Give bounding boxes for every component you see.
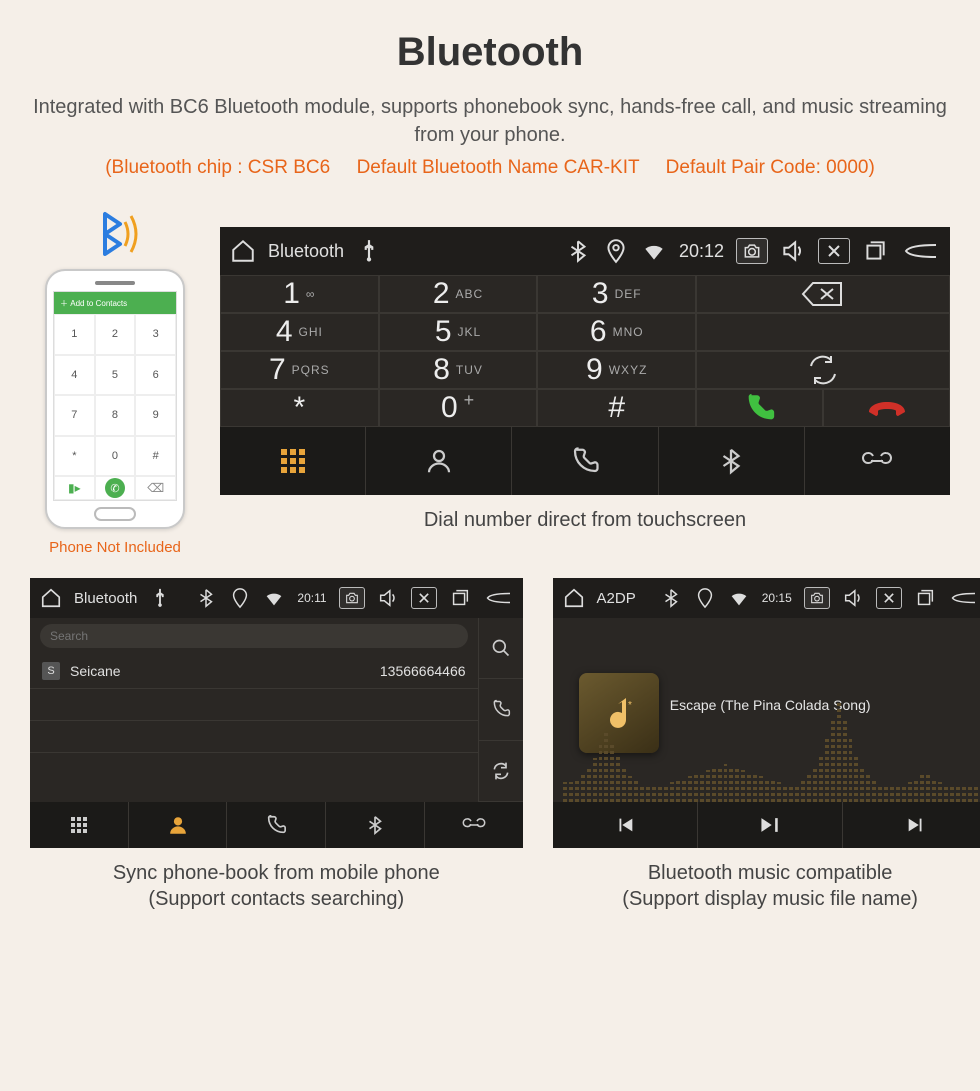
volume-icon[interactable] [377, 587, 399, 609]
close-app-icon[interactable] [411, 587, 437, 609]
key-star[interactable]: * [220, 389, 379, 427]
search-input[interactable] [40, 624, 468, 648]
spec-name: Default Bluetooth Name CAR-KIT [357, 157, 640, 178]
a2dp-screenshot: A2DP 20:15 Escape (The Pina Colada Song)… [553, 578, 980, 848]
empty-action [696, 313, 950, 351]
app-title: Bluetooth [268, 241, 344, 262]
play-pause-button[interactable] [698, 802, 843, 848]
volume-icon[interactable] [842, 587, 864, 609]
recent-apps-icon[interactable] [914, 587, 936, 609]
side-search-button[interactable] [479, 618, 523, 679]
contact-row-empty [30, 721, 478, 753]
volume-icon[interactable] [780, 238, 806, 264]
key-3[interactable]: 3DEF [537, 275, 696, 313]
home-icon[interactable] [40, 587, 62, 609]
back-icon[interactable] [948, 587, 978, 609]
back-icon[interactable] [900, 238, 940, 264]
key-hash[interactable]: # [537, 389, 696, 427]
back-icon[interactable] [483, 587, 513, 609]
nav-keypad[interactable] [220, 427, 366, 495]
app-title: Bluetooth [74, 590, 137, 607]
page-title: Bluetooth [30, 30, 950, 75]
key-1[interactable]: 1∞ [220, 275, 379, 313]
nav-pair[interactable] [805, 427, 950, 495]
camera-icon[interactable] [339, 587, 365, 609]
a2dp-caption: Bluetooth music compatible(Support displ… [553, 860, 980, 912]
home-icon[interactable] [563, 587, 585, 609]
bluetooth-status-icon [660, 587, 682, 609]
side-sync-button[interactable] [479, 741, 523, 802]
location-icon [694, 587, 716, 609]
location-icon [229, 587, 251, 609]
contact-number: 13566664466 [380, 663, 466, 679]
spec-pair: Default Pair Code: 0000) [666, 157, 875, 178]
location-icon [603, 238, 629, 264]
recent-apps-icon[interactable] [449, 587, 471, 609]
phone-not-included-label: Phone Not Included [49, 539, 181, 556]
close-app-icon[interactable] [876, 587, 902, 609]
dialer-caption: Dial number direct from touchscreen [220, 507, 950, 533]
key-5[interactable]: 5JKL [379, 313, 538, 351]
smartphone-mock: ＋ Add to Contacts 123 456 789 *0# ▮▸ ✆ ⌫ [45, 269, 185, 529]
phone-top-bar: ＋ Add to Contacts [54, 292, 176, 314]
close-app-icon[interactable] [818, 238, 850, 264]
bluetooth-status-icon [565, 238, 591, 264]
key-8[interactable]: 8TUV [379, 351, 538, 389]
visualizer [553, 692, 980, 802]
backspace-button[interactable] [696, 275, 950, 313]
phonebook-caption: Sync phone-book from mobile phone(Suppor… [30, 860, 523, 912]
camera-icon[interactable] [736, 238, 768, 264]
call-icon: ✆ [95, 476, 136, 500]
key-9[interactable]: 9WXYZ [537, 351, 696, 389]
nav-history[interactable] [512, 427, 658, 495]
key-7[interactable]: 7PQRS [220, 351, 379, 389]
nav-contacts[interactable] [129, 802, 228, 848]
home-icon[interactable] [230, 238, 256, 264]
nav-bluetooth[interactable] [326, 802, 425, 848]
video-icon: ▮▸ [54, 476, 95, 500]
backspace-icon: ⌫ [135, 476, 176, 500]
usb-icon [356, 238, 382, 264]
hangup-button[interactable] [823, 389, 950, 427]
prev-track-button[interactable] [553, 802, 698, 848]
wifi-icon [641, 238, 667, 264]
page-subtitle: Integrated with BC6 Bluetooth module, su… [30, 93, 950, 149]
contact-name: Seicane [70, 663, 121, 679]
wifi-icon [263, 587, 285, 609]
nav-contacts[interactable] [366, 427, 512, 495]
contact-row-empty [30, 753, 478, 785]
wifi-icon [728, 587, 750, 609]
key-2[interactable]: 2ABC [379, 275, 538, 313]
recent-apps-icon[interactable] [862, 238, 888, 264]
call-button[interactable] [696, 389, 823, 427]
nav-pair[interactable] [425, 802, 523, 848]
camera-icon[interactable] [804, 587, 830, 609]
clock: 20:12 [679, 241, 724, 262]
key-6[interactable]: 6MNO [537, 313, 696, 351]
bluetooth-signal-icon [85, 204, 145, 264]
key-0[interactable]: 0+ [379, 389, 538, 427]
key-4[interactable]: 4GHI [220, 313, 379, 351]
phonebook-screenshot: Bluetooth 20:11 S [30, 578, 523, 848]
clock: 20:11 [297, 591, 326, 605]
spec-line: (Bluetooth chip : CSR BC6 Default Blueto… [30, 157, 950, 179]
nav-keypad[interactable] [30, 802, 129, 848]
usb-icon [149, 587, 171, 609]
clock: 20:15 [762, 591, 792, 605]
side-call-button[interactable] [479, 679, 523, 740]
contact-row-empty [30, 689, 478, 721]
next-track-button[interactable] [843, 802, 980, 848]
phone-keypad: 123 456 789 *0# [54, 314, 176, 476]
nav-history[interactable] [227, 802, 326, 848]
contact-initial: S [42, 662, 60, 680]
swap-button[interactable] [696, 351, 950, 389]
dialer-screenshot: Bluetooth 20:12 1∞ 2ABC 3DEF [220, 227, 950, 495]
contact-row[interactable]: S Seicane 13566664466 [30, 654, 478, 689]
spec-chip: (Bluetooth chip : CSR BC6 [105, 157, 330, 178]
nav-bluetooth[interactable] [659, 427, 805, 495]
app-title: A2DP [597, 590, 636, 607]
bluetooth-status-icon [195, 587, 217, 609]
